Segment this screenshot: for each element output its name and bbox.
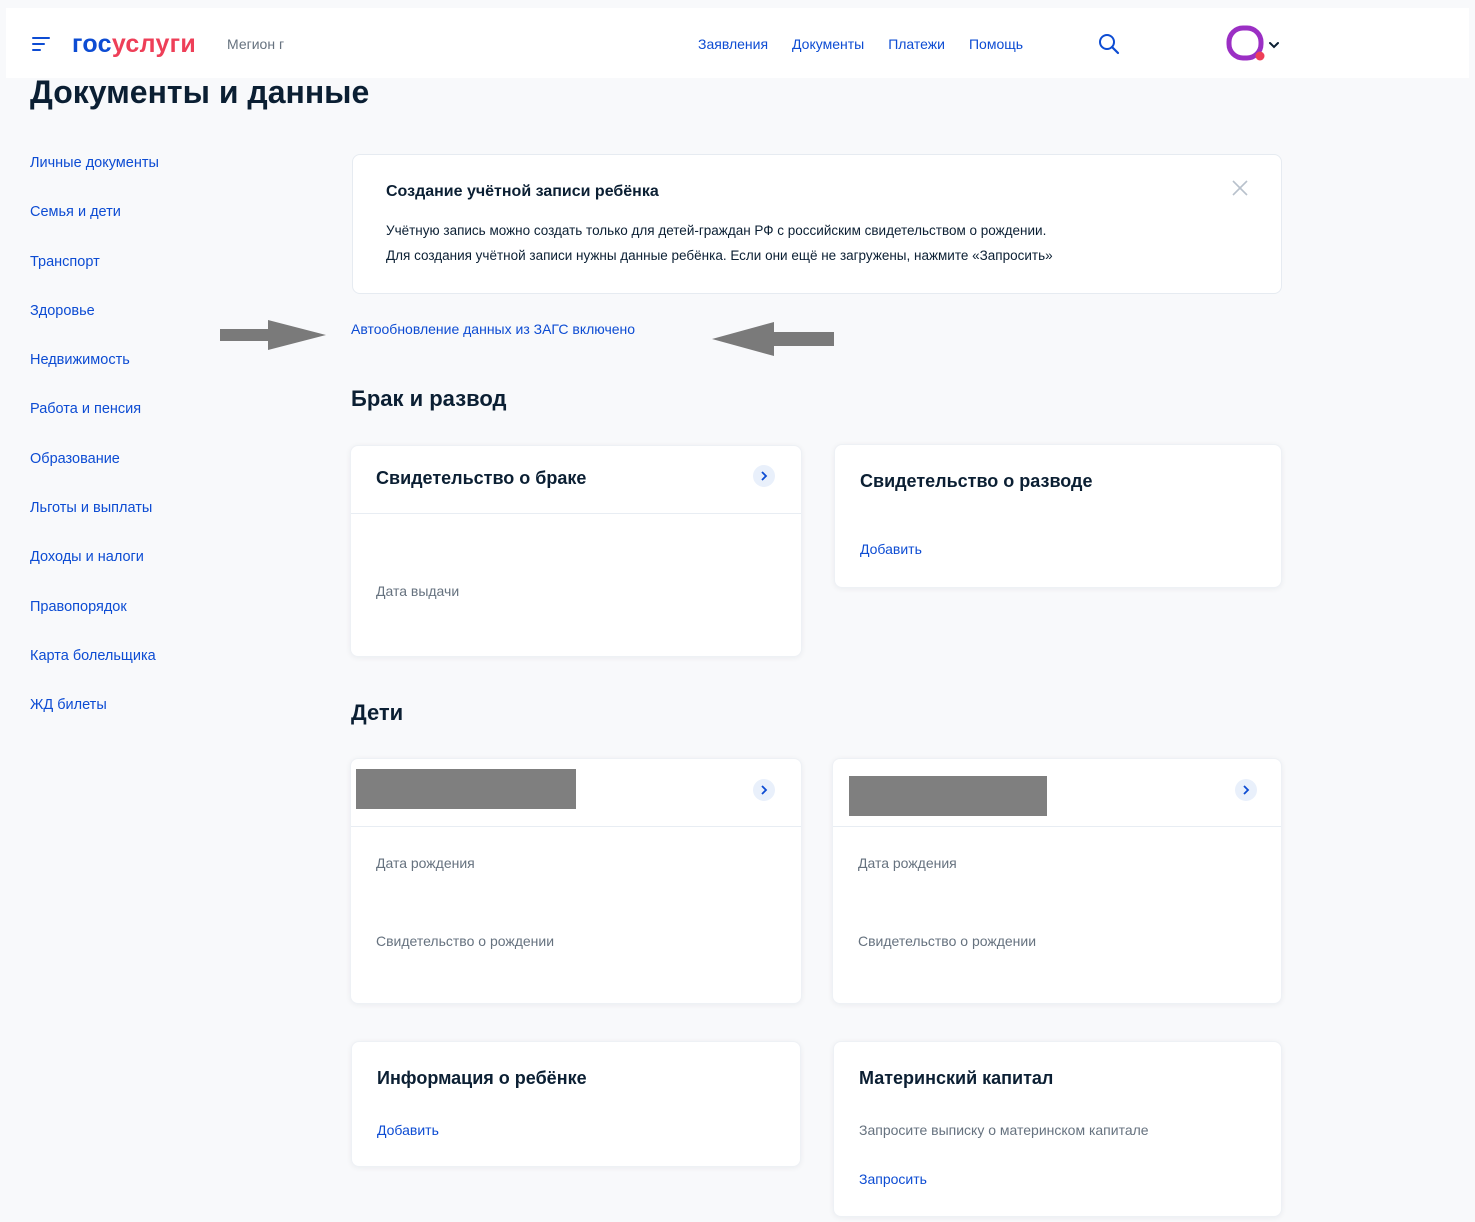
close-icon[interactable] — [1231, 179, 1249, 197]
sidebar-item-transport[interactable]: Транспорт — [30, 251, 230, 300]
notice-text-line-2: Для создания учётной записи нужны данные… — [386, 248, 1053, 263]
sidebar-item-income-taxes[interactable]: Доходы и налоги — [30, 546, 230, 595]
sidebar-item-work-pension[interactable]: Работа и пенсия — [30, 398, 230, 447]
nav-documents[interactable]: Документы — [792, 36, 864, 52]
add-child-info-link[interactable]: Добавить — [377, 1122, 439, 1138]
sidebar-item-law-order[interactable]: Правопорядок — [30, 596, 230, 645]
chevron-right-icon[interactable] — [753, 779, 775, 801]
child-card[interactable]: Дата рождения Свидетельство о рождении — [832, 758, 1282, 1004]
marriage-card-title: Свидетельство о браке — [376, 468, 587, 488]
sidebar-item-fan-card[interactable]: Карта болельщика — [30, 645, 230, 694]
issue-date-label: Дата выдачи — [376, 583, 460, 599]
sidebar-item-benefits[interactable]: Льготы и выплаты — [30, 497, 230, 546]
redacted-name — [849, 776, 1047, 816]
birth-date-label: Дата рождения — [858, 855, 957, 871]
gosuslugi-logo[interactable]: госуслуги — [72, 30, 196, 59]
region-selector[interactable]: Мегион г — [227, 36, 284, 52]
birth-certificate-label: Свидетельство о рождении — [858, 933, 1037, 949]
maternity-capital-title: Материнский капитал — [859, 1068, 1054, 1088]
chevron-right-icon[interactable] — [753, 465, 775, 487]
sidebar: Личные документы Семья и дети Транспорт … — [30, 152, 230, 744]
nav-applications[interactable]: Заявления — [698, 36, 768, 52]
logo-part-2: услуги — [111, 30, 197, 58]
redacted-name — [356, 769, 576, 809]
search-icon[interactable] — [1098, 33, 1120, 55]
child-card[interactable]: Дата рождения Свидетельство о рождении — [350, 758, 802, 1004]
child-info-title: Информация о ребёнке — [377, 1068, 587, 1088]
section-title-children: Дети — [351, 700, 404, 725]
menu-icon[interactable] — [32, 37, 50, 53]
maternity-capital-card: Материнский капитал Запросите выписку о … — [833, 1041, 1282, 1217]
top-nav: Заявления Документы Платежи Помощь — [698, 36, 1023, 52]
sidebar-item-real-estate[interactable]: Недвижимость — [30, 349, 230, 398]
nav-payments[interactable]: Платежи — [888, 36, 945, 52]
notice-text-line-1: Учётную запись можно создать только для … — [386, 223, 1047, 238]
chevron-right-icon[interactable] — [1235, 779, 1257, 801]
header: госуслуги Мегион г Заявления Документы П… — [6, 8, 1469, 78]
child-info-card: Информация о ребёнке Добавить — [351, 1041, 801, 1167]
add-divorce-link[interactable]: Добавить — [860, 541, 922, 557]
divorce-card-title: Свидетельство о разводе — [860, 471, 1093, 491]
child-account-notice: Создание учётной записи ребёнка Учётную … — [352, 154, 1282, 294]
section-title-marriage: Брак и развод — [351, 386, 507, 411]
annotation-arrow-right-icon — [220, 320, 326, 350]
sidebar-item-family-children[interactable]: Семья и дети — [30, 201, 230, 250]
sidebar-item-education[interactable]: Образование — [30, 448, 230, 497]
page-title: Документы и данные — [30, 74, 370, 110]
notice-title: Создание учётной записи ребёнка — [386, 183, 659, 200]
nav-help[interactable]: Помощь — [969, 36, 1023, 52]
sidebar-item-rail-tickets[interactable]: ЖД билеты — [30, 694, 230, 743]
logo-part-1: гос — [72, 30, 112, 58]
annotation-arrow-left-icon — [712, 322, 834, 356]
birth-certificate-label: Свидетельство о рождении — [376, 933, 555, 949]
avatar[interactable] — [1226, 25, 1290, 65]
zags-autoupdate-link[interactable]: Автообновление данных из ЗАГС включено — [351, 321, 635, 337]
request-extract-link[interactable]: Запросить — [859, 1171, 927, 1187]
sidebar-item-personal-documents[interactable]: Личные документы — [30, 152, 230, 201]
divorce-certificate-card: Свидетельство о разводе Добавить — [834, 444, 1282, 588]
sidebar-item-health[interactable]: Здоровье — [30, 300, 230, 349]
marriage-certificate-card[interactable]: Свидетельство о браке Дата выдачи — [350, 445, 802, 657]
birth-date-label: Дата рождения — [376, 855, 475, 871]
maternity-capital-text: Запросите выписку о материнском капитале — [859, 1122, 1149, 1138]
